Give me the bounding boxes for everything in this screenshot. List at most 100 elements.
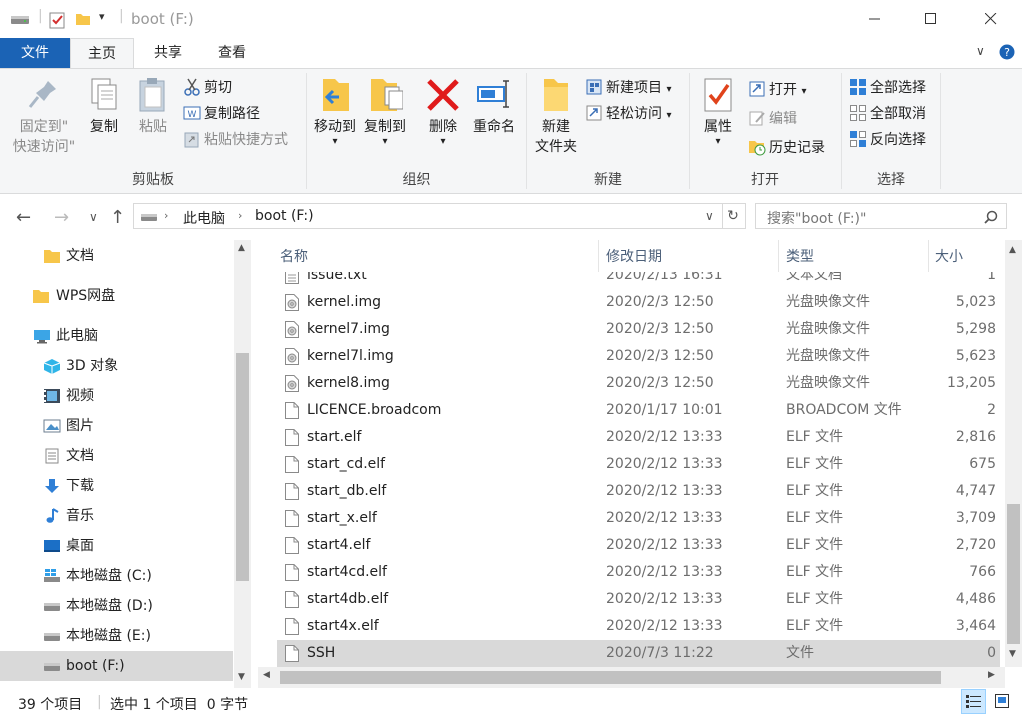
copy-button[interactable]: 复制: [84, 75, 124, 137]
back-arrow-icon[interactable]: ←: [16, 207, 31, 228]
table-row[interactable]: start_db.elf 2020/2/12 13:33 ELF 文件 4,747: [277, 478, 1000, 505]
scroll-up-icon[interactable]: ▲: [1009, 245, 1016, 255]
new-folder-quick-icon[interactable]: [75, 11, 91, 27]
easy-access-label: 轻松访问: [606, 106, 662, 122]
nav-item-this-pc[interactable]: 此电脑: [0, 321, 233, 351]
forward-arrow-icon[interactable]: →: [54, 207, 69, 228]
table-row[interactable]: start.elf 2020/2/12 13:33 ELF 文件 2,816: [277, 424, 1000, 451]
column-divider[interactable]: [928, 240, 929, 272]
invert-selection-button[interactable]: 反向选择: [849, 129, 926, 151]
nav-scrollbar[interactable]: ▲ ▼: [234, 240, 251, 688]
recent-locations-icon[interactable]: ∨: [89, 210, 98, 224]
tab-file[interactable]: 文件: [0, 38, 70, 68]
close-button[interactable]: [968, 0, 1014, 38]
nav-item-documents[interactable]: 文档: [0, 441, 233, 471]
nav-item-pictures[interactable]: 图片: [0, 411, 233, 441]
table-row[interactable]: start4x.elf 2020/2/12 13:33 ELF 文件 3,464: [277, 613, 1000, 640]
scroll-down-icon[interactable]: ▼: [1009, 649, 1016, 659]
horizontal-scroll-thumb[interactable]: [280, 671, 941, 684]
breadcrumb-this-pc[interactable]: 此电脑: [183, 208, 225, 228]
scroll-right-icon[interactable]: ▶: [988, 670, 995, 680]
nav-item-drive-e[interactable]: 本地磁盘 (E:): [0, 621, 233, 651]
table-row[interactable]: kernel7l.img 2020/2/3 12:50 光盘映像文件 5,623: [277, 343, 1000, 370]
horizontal-scrollbar[interactable]: ◀ ▶: [258, 667, 1005, 688]
tab-view[interactable]: 查看: [200, 38, 264, 68]
maximize-button[interactable]: [908, 0, 954, 38]
edit-button[interactable]: 编辑: [748, 108, 797, 130]
tab-share[interactable]: 共享: [136, 38, 200, 68]
paste-button[interactable]: 粘贴: [133, 75, 173, 137]
history-button[interactable]: 历史记录: [748, 137, 825, 159]
large-icons-view-button[interactable]: [990, 689, 1015, 714]
table-row[interactable]: kernel.img 2020/2/3 12:50 光盘映像文件 5,023: [277, 289, 1000, 316]
column-header-size[interactable]: 大小: [935, 240, 963, 272]
open-button[interactable]: 打开 ▾: [748, 79, 806, 101]
file-name: SSH: [307, 645, 336, 661]
table-row[interactable]: start_cd.elf 2020/2/12 13:33 ELF 文件 675: [277, 451, 1000, 478]
move-to-button[interactable]: 移动到 ▾: [312, 75, 358, 147]
column-header-name[interactable]: 名称: [280, 240, 308, 272]
column-divider[interactable]: [778, 240, 779, 272]
nav-item-drive-c[interactable]: 本地磁盘 (C:): [0, 561, 233, 591]
table-row[interactable]: kernel7.img 2020/2/3 12:50 光盘映像文件 5,298: [277, 316, 1000, 343]
nav-item-wps-cloud[interactable]: WPS网盘: [0, 281, 233, 311]
properties-button[interactable]: 属性 ▾: [698, 75, 738, 147]
up-arrow-icon[interactable]: ↑: [110, 207, 125, 228]
easy-access-button[interactable]: 轻松访问 ▾: [585, 103, 671, 125]
table-row[interactable]: start4.elf 2020/2/12 13:33 ELF 文件 2,720: [277, 532, 1000, 559]
nav-item-desktop[interactable]: 桌面: [0, 531, 233, 561]
column-header-date[interactable]: 修改日期: [606, 240, 662, 272]
nav-item-documents-quick[interactable]: 文档: [0, 241, 233, 271]
address-bar[interactable]: › 此电脑 › boot (F:) ∨: [133, 203, 723, 229]
nav-item-drive-f[interactable]: boot (F:): [0, 651, 233, 681]
breadcrumb-chevron-icon[interactable]: ›: [238, 209, 242, 222]
nav-item-videos[interactable]: 视频: [0, 381, 233, 411]
column-header-type[interactable]: 类型: [786, 240, 814, 272]
file-size: 4,747: [955, 483, 996, 499]
copy-path-button[interactable]: W 复制路径: [183, 103, 260, 125]
scroll-left-icon[interactable]: ◀: [263, 670, 270, 680]
folder-icon: [44, 250, 60, 263]
scroll-up-icon[interactable]: ▲: [238, 243, 245, 253]
collapse-ribbon-icon[interactable]: ∨: [976, 44, 985, 58]
delete-button[interactable]: 删除 ▾: [423, 75, 463, 147]
copy-to-button[interactable]: 复制到 ▾: [362, 75, 408, 147]
nav-item-music[interactable]: 音乐: [0, 501, 233, 531]
search-input[interactable]: 搜索"boot (F:)": [755, 203, 1007, 229]
tab-home[interactable]: 主页: [70, 38, 134, 69]
file-type: BROADCOM 文件: [786, 402, 902, 418]
table-row[interactable]: start_x.elf 2020/2/12 13:33 ELF 文件 3,709: [277, 505, 1000, 532]
table-row[interactable]: SSH 2020/7/3 11:22 文件 0: [277, 640, 1000, 667]
select-none-button[interactable]: 全部取消: [849, 103, 926, 125]
refresh-button[interactable]: ↻: [721, 203, 746, 229]
new-folder-button[interactable]: 新建 文件夹: [531, 75, 581, 157]
new-group-label: 新建: [594, 172, 622, 188]
content-scroll-thumb[interactable]: [1007, 504, 1020, 644]
file-type: ELF 文件: [786, 618, 844, 634]
nav-scroll-thumb[interactable]: [236, 353, 249, 581]
nav-item-drive-d[interactable]: 本地磁盘 (D:): [0, 591, 233, 621]
rename-button[interactable]: 重命名: [469, 75, 519, 137]
select-all-button[interactable]: 全部选择: [849, 77, 926, 99]
breadcrumb-chevron-icon[interactable]: ›: [164, 209, 168, 222]
breadcrumb-drive[interactable]: boot (F:): [255, 208, 314, 224]
address-dropdown-icon[interactable]: ∨: [705, 209, 714, 223]
properties-check-icon[interactable]: [49, 11, 65, 29]
paste-shortcut-button[interactable]: 粘贴快捷方式: [183, 129, 288, 151]
cut-button[interactable]: 剪切: [183, 77, 232, 99]
table-row[interactable]: start4cd.elf 2020/2/12 13:33 ELF 文件 766: [277, 559, 1000, 586]
nav-item-3d-objects[interactable]: 3D 对象: [0, 351, 233, 381]
content-scrollbar[interactable]: ▲ ▼: [1005, 240, 1022, 667]
pin-quick-access-button[interactable]: 固定到" 快速访问": [6, 75, 82, 157]
table-row[interactable]: LICENCE.broadcom 2020/1/17 10:01 BROADCOM …: [277, 397, 1000, 424]
new-item-button[interactable]: 新建项目 ▾: [585, 77, 671, 99]
quick-access-dropdown-icon[interactable]: ▾: [99, 10, 105, 23]
minimize-button[interactable]: [852, 0, 898, 38]
details-view-button[interactable]: [961, 689, 986, 714]
column-divider[interactable]: [598, 240, 599, 272]
help-icon[interactable]: ?: [999, 44, 1015, 60]
table-row[interactable]: kernel8.img 2020/2/3 12:50 光盘映像文件 13,205: [277, 370, 1000, 397]
scroll-down-icon[interactable]: ▼: [238, 672, 245, 682]
nav-item-downloads[interactable]: 下载: [0, 471, 233, 501]
table-row[interactable]: start4db.elf 2020/2/12 13:33 ELF 文件 4,486: [277, 586, 1000, 613]
